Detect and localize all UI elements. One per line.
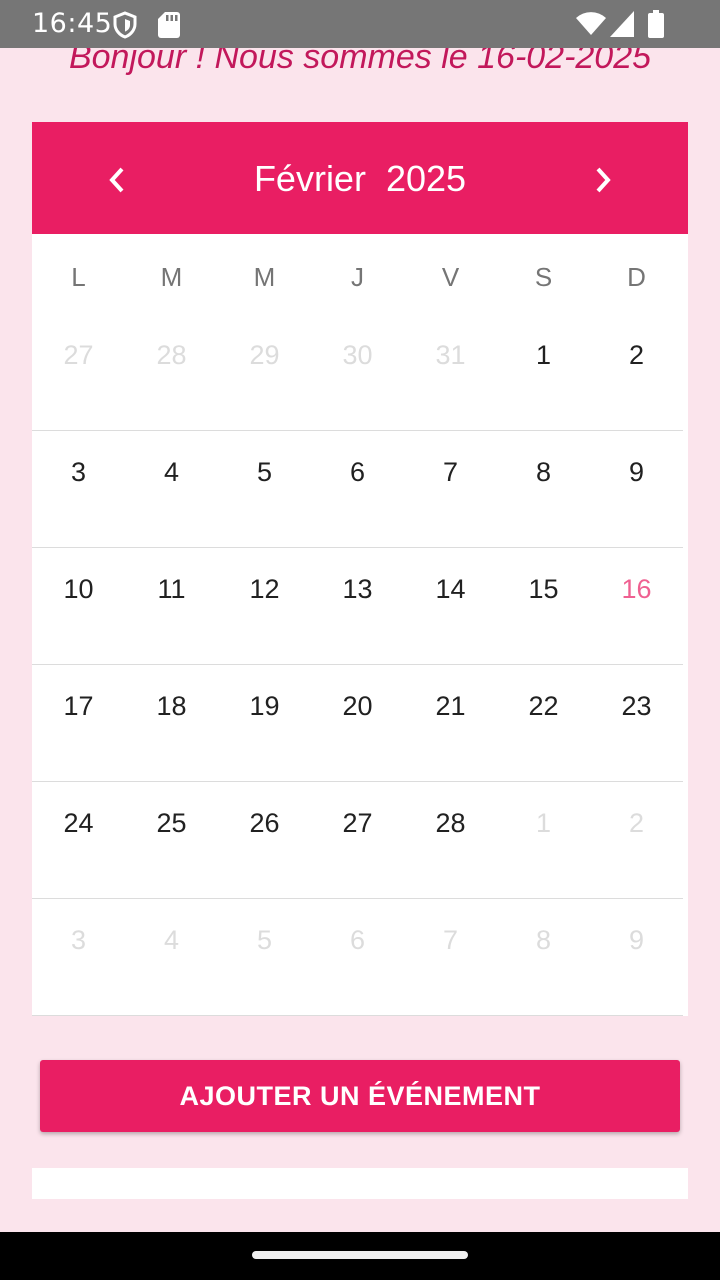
calendar-day[interactable]: 28 — [404, 782, 497, 898]
calendar-day[interactable]: 10 — [32, 548, 125, 664]
calendar-day[interactable]: 22 — [497, 665, 590, 781]
weekday-label: D — [627, 262, 646, 292]
calendar-day-other-month[interactable]: 30 — [311, 314, 404, 430]
calendar-day-other-month[interactable]: 5 — [218, 899, 311, 1015]
home-gesture-handle[interactable] — [252, 1251, 468, 1259]
week-row: 3 4 5 6 7 8 9 — [32, 431, 683, 548]
status-time: 16:45 — [32, 8, 113, 39]
calendar-day[interactable]: 9 — [590, 431, 683, 547]
add-event-button[interactable]: AJOUTER UN ÉVÉNEMENT — [40, 1060, 680, 1132]
calendar-day[interactable]: 13 — [311, 548, 404, 664]
calendar-day[interactable]: 25 — [125, 782, 218, 898]
calendar-day-other-month[interactable]: 29 — [218, 314, 311, 430]
calendar-view[interactable]: Février 2025 L M M J V S D 27 28 29 30 3… — [32, 122, 688, 1016]
calendar-day[interactable]: 12 — [218, 548, 311, 664]
shield-icon — [113, 11, 137, 39]
status-bar: 16:45 — [0, 0, 720, 48]
calendar-day-other-month[interactable]: 28 — [125, 314, 218, 430]
calendar-day[interactable]: 8 — [497, 431, 590, 547]
calendar-day[interactable]: 6 — [311, 431, 404, 547]
calendar-day[interactable]: 27 — [311, 782, 404, 898]
chevron-right-icon — [596, 167, 611, 193]
calendar-day[interactable]: 23 — [590, 665, 683, 781]
calendar-day-other-month[interactable]: 9 — [590, 899, 683, 1015]
calendar-day[interactable]: 1 — [497, 314, 590, 430]
calendar-day-other-month[interactable]: 1 — [497, 782, 590, 898]
calendar-day[interactable]: 20 — [311, 665, 404, 781]
calendar-day-today[interactable]: 16 — [590, 548, 683, 664]
calendar-day[interactable]: 21 — [404, 665, 497, 781]
weekday-label: L — [71, 262, 86, 292]
week-row: 27 28 29 30 31 1 2 — [32, 314, 683, 431]
weekday-header-row: L M M J V S D — [32, 234, 688, 314]
sd-card-icon — [158, 12, 180, 38]
calendar-day-other-month[interactable]: 3 — [32, 899, 125, 1015]
week-row: 10 11 12 13 14 15 16 — [32, 548, 683, 665]
calendar-day[interactable]: 18 — [125, 665, 218, 781]
calendar-day[interactable]: 26 — [218, 782, 311, 898]
weekday-label: V — [441, 262, 460, 292]
calendar-day[interactable]: 15 — [497, 548, 590, 664]
calendar-day[interactable]: 11 — [125, 548, 218, 664]
greeting-container: Bonjour ! Nous sommes le 16-02-2025 — [0, 48, 720, 96]
calendar-day-other-month[interactable]: 4 — [125, 899, 218, 1015]
calendar-day[interactable]: 17 — [32, 665, 125, 781]
calendar-day[interactable]: 7 — [404, 431, 497, 547]
calendar-day[interactable]: 19 — [218, 665, 311, 781]
calendar-day-other-month[interactable]: 8 — [497, 899, 590, 1015]
calendar-day[interactable]: 14 — [404, 548, 497, 664]
calendar-day[interactable]: 5 — [218, 431, 311, 547]
event-list-panel — [32, 1168, 688, 1199]
weekday-label: S — [534, 262, 553, 292]
calendar-day[interactable]: 4 — [125, 431, 218, 547]
week-row: 17 18 19 20 21 22 23 — [32, 665, 683, 782]
week-row: 24 25 26 27 28 1 2 — [32, 782, 683, 899]
week-row: 3 4 5 6 7 8 9 — [32, 899, 683, 1016]
next-month-button[interactable] — [581, 158, 625, 202]
calendar-day[interactable]: 24 — [32, 782, 125, 898]
calendar-day[interactable]: 2 — [590, 314, 683, 430]
calendar-day-other-month[interactable]: 7 — [404, 899, 497, 1015]
calendar-day-other-month[interactable]: 6 — [311, 899, 404, 1015]
calendar-day-other-month[interactable]: 27 — [32, 314, 125, 430]
signal-icon — [610, 11, 634, 37]
calendar-day[interactable]: 3 — [32, 431, 125, 547]
weekday-label: M — [253, 262, 276, 292]
calendar-day-other-month[interactable]: 2 — [590, 782, 683, 898]
weekday-label: J — [351, 262, 364, 292]
weekday-label: M — [160, 262, 183, 292]
greeting-text: Bonjour ! Nous sommes le 16-02-2025 — [68, 48, 652, 76]
calendar-header: Février 2025 — [32, 122, 688, 234]
calendar-day-other-month[interactable]: 31 — [404, 314, 497, 430]
battery-icon — [648, 10, 664, 38]
wifi-icon — [576, 12, 606, 35]
